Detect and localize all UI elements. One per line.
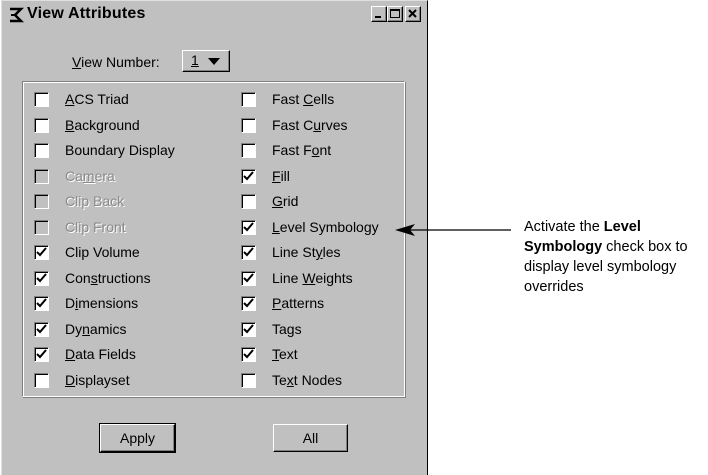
checkbox-box[interactable] (241, 168, 256, 184)
callout-arrow (395, 224, 511, 236)
checkbox-label: Dimensions (65, 295, 139, 311)
view-attributes-dialog: View Attributes View Number: 1 Apply All… (1, 0, 428, 475)
checkbox-box[interactable] (34, 92, 49, 107)
checkbox-box (34, 194, 49, 209)
checkbox-label: Fast Cells (272, 91, 335, 107)
checkbox-label: ACS Triad (65, 91, 129, 107)
callout-pre: Activate the (524, 219, 604, 235)
checkbox-box (34, 219, 49, 235)
view-number-label: View Number: (72, 54, 160, 70)
checkbox-label: Clip Volume (65, 244, 140, 260)
checkbox-label: Background (65, 116, 140, 133)
checkbox-box[interactable] (241, 296, 256, 311)
maximize-icon (390, 9, 400, 18)
callout-text: Activate the Level Symbology check box t… (524, 217, 704, 297)
checkbox-box[interactable] (34, 143, 49, 158)
checkbox-label: Grid (272, 193, 299, 209)
dropdown-arrow-icon (208, 58, 220, 65)
checkmark-icon (243, 349, 254, 359)
checkbox-box[interactable] (241, 194, 256, 209)
checkbox-label: Boundary Display (65, 142, 175, 158)
checkmark-icon (243, 247, 254, 257)
checkbox-box[interactable] (241, 143, 256, 158)
checkmark-icon (243, 298, 254, 308)
app-logo-icon (10, 7, 25, 23)
view-number-label-rest: iew Number: (81, 54, 160, 70)
checkbox-label: Fill (272, 167, 290, 184)
all-button[interactable]: All (273, 424, 348, 452)
checkmark-icon (36, 349, 47, 359)
checkbox-box[interactable] (34, 321, 49, 337)
checkbox-box[interactable] (34, 245, 49, 260)
checkbox-box[interactable] (241, 347, 256, 362)
checkmark-icon (36, 298, 47, 308)
checkmark-icon (243, 323, 254, 333)
checkbox-box[interactable] (241, 219, 256, 235)
checkbox-label: Tags (272, 320, 302, 337)
checkbox-label: Dynamics (65, 320, 127, 337)
checkbox-label: Fast Font (272, 142, 332, 158)
checkbox-box[interactable] (241, 92, 256, 107)
close-button[interactable] (405, 6, 421, 22)
checkbox-label: Text (272, 346, 298, 362)
checkbox-box[interactable] (34, 372, 49, 388)
checkmark-icon (243, 170, 254, 180)
checkbox-label: Data Fields (65, 346, 136, 362)
checkbox-box[interactable] (241, 321, 256, 337)
minimize-icon (375, 16, 381, 18)
view-number-mnemonic: V (72, 54, 82, 70)
checkbox-label: Constructions (65, 269, 151, 286)
maximize-button[interactable] (387, 6, 403, 22)
view-number-dropdown[interactable]: 1 (182, 50, 230, 72)
checkbox-label: Level Symbology (272, 218, 379, 235)
checkbox-label: Patterns (272, 295, 325, 311)
checkmark-icon (243, 221, 254, 231)
checkbox-label: Camera (65, 167, 115, 184)
checkmark-icon (36, 323, 47, 333)
checkbox-label: Displayset (65, 371, 130, 388)
checkbox-box[interactable] (34, 347, 49, 362)
checkmark-icon (36, 272, 47, 282)
window-title: View Attributes (27, 5, 146, 22)
checkmark-icon (243, 272, 254, 282)
checkbox-box[interactable] (34, 117, 49, 133)
checkbox-box[interactable] (34, 270, 49, 286)
checkbox-label: Fast Curves (272, 116, 348, 133)
close-icon (408, 9, 417, 18)
checkbox-box (34, 168, 49, 184)
checkbox-label: Clip Front (65, 218, 126, 235)
checkbox-box[interactable] (241, 270, 256, 286)
checkbox-box[interactable] (34, 296, 49, 311)
checkmark-icon (36, 247, 47, 257)
view-number-value: 1 (191, 52, 199, 68)
checkbox-label: Line Styles (272, 244, 341, 260)
checkbox-box[interactable] (241, 117, 256, 133)
minimize-button[interactable] (371, 6, 387, 22)
checkbox-box[interactable] (241, 372, 256, 388)
checkbox-label: Clip Back (65, 193, 125, 209)
title-bar[interactable]: View Attributes (3, 2, 426, 28)
apply-button[interactable]: Apply (99, 423, 176, 453)
checkbox-label: Line Weights (272, 269, 353, 286)
checkbox-box[interactable] (241, 245, 256, 260)
checkbox-label: Text Nodes (272, 371, 343, 388)
